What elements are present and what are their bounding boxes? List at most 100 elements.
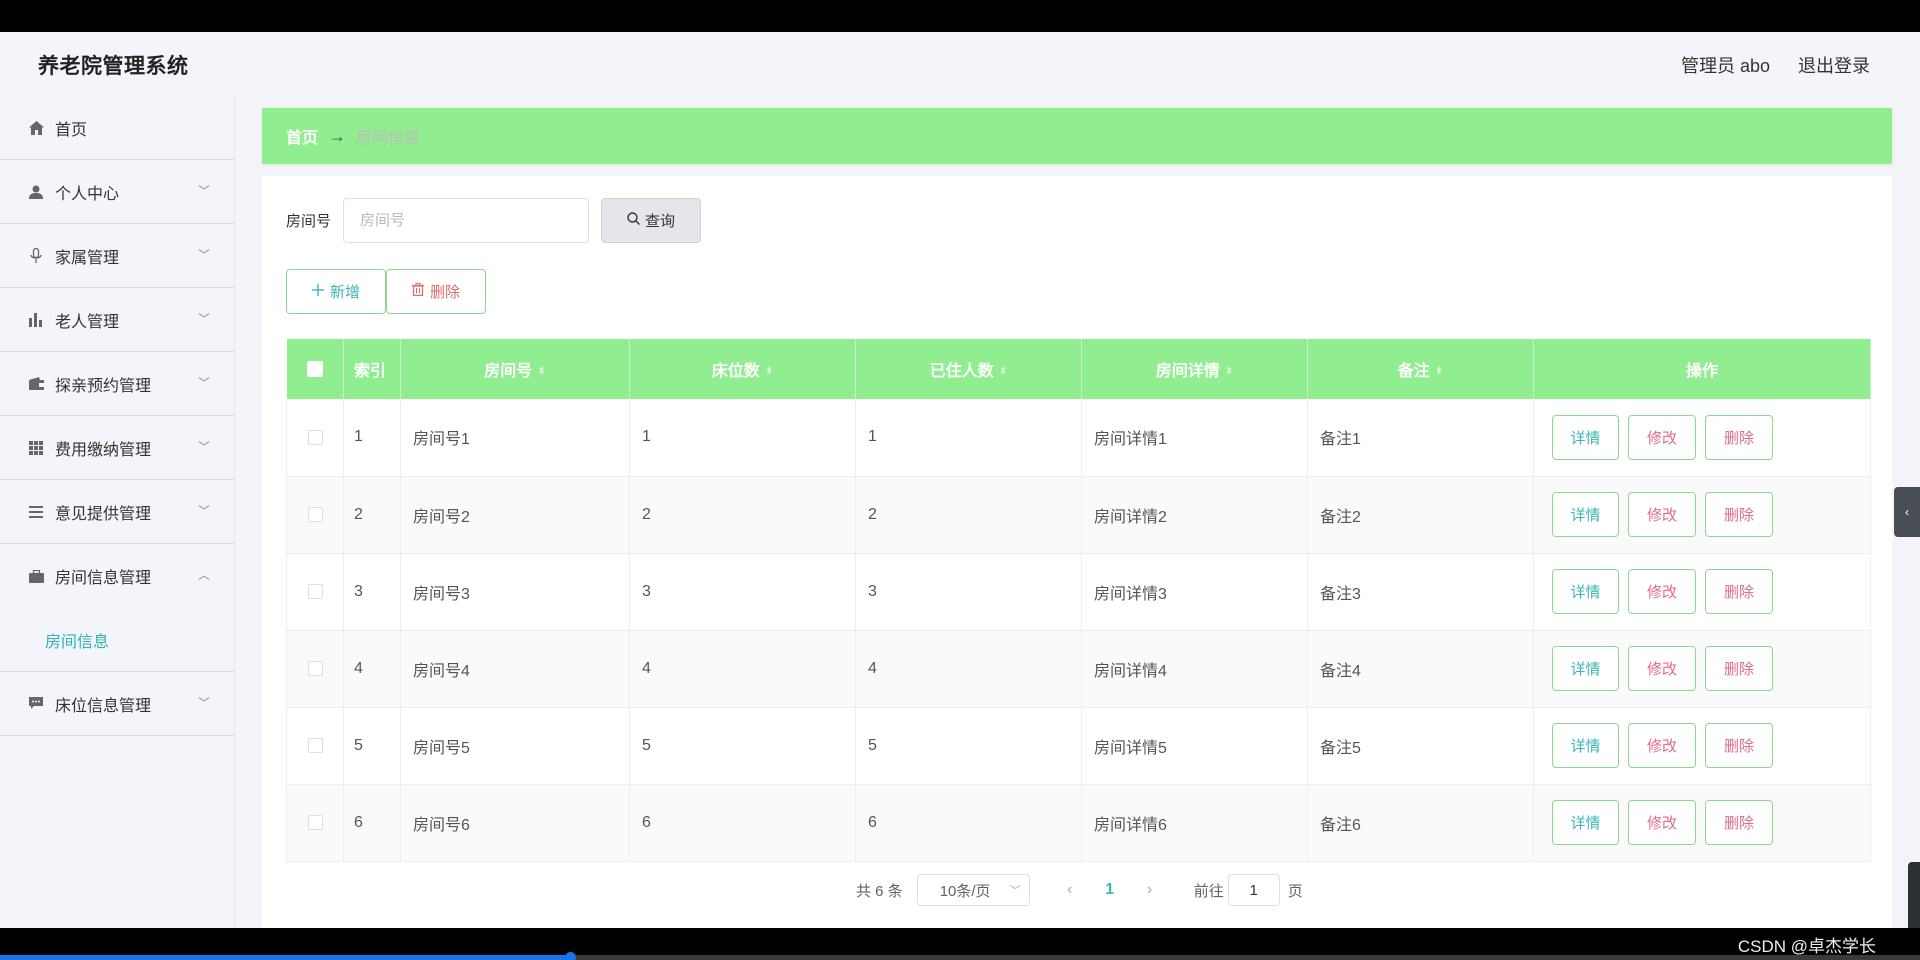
row-checkbox[interactable] (307, 429, 323, 445)
goto-label: 前往 (1193, 882, 1224, 900)
query-button[interactable]: 查询 (601, 198, 702, 243)
pagination-total: 共 6 条 (856, 882, 903, 900)
sort-icon[interactable]: ⬍ (537, 366, 545, 377)
detail-button[interactable]: 详情 (1552, 492, 1619, 537)
breadcrumb-current: 房间信息 (356, 130, 421, 147)
row-checkbox[interactable] (307, 583, 323, 599)
sort-icon[interactable]: ⬍ (999, 366, 1007, 377)
delete-button[interactable]: 删除 (1705, 414, 1773, 460)
column-header-room[interactable]: 房间号 ⬍ (400, 339, 630, 399)
sidebar: 首页 个人中心 ﹀ 家属管理 ﹀ 老人管理 ﹀ 探亲预约管理 ﹀ 费用缴纳管理 … (0, 96, 235, 928)
row-checkbox[interactable] (307, 660, 323, 676)
row-checkbox-cell (286, 476, 344, 554)
sidebar-item-feedback[interactable]: 意见提供管理 ﹀ (0, 480, 234, 544)
sidebar-item-label: 家属管理 (55, 249, 120, 267)
progress-track[interactable] (0, 952, 1920, 960)
column-header-beds[interactable]: 床位数 ⬍ (629, 339, 856, 399)
page-size-select[interactable]: 10条/页 ﹀ (916, 874, 1030, 906)
delete-button[interactable]: 删除 (1705, 646, 1773, 691)
user-icon (28, 184, 44, 200)
prev-page-button[interactable]: ‹ (1052, 881, 1088, 899)
row-checkbox[interactable] (307, 814, 323, 830)
sidebar-subitem-room-info[interactable]: 房间信息 (0, 608, 234, 672)
progress-knob[interactable] (565, 952, 577, 960)
breadcrumb: 首页 → 房间信息 (262, 108, 1892, 164)
next-page-button[interactable]: › (1132, 881, 1168, 899)
cell-occupied: 6 (855, 784, 1082, 862)
main-panel: 房间号 查询 新增 删除 (262, 176, 1892, 928)
cell-note: 备注5 (1307, 707, 1534, 785)
cell-actions: 详情 修改 删除 (1533, 553, 1871, 631)
breadcrumb-home[interactable]: 首页 (286, 124, 318, 148)
player-bar: CSDN @卓杰学长 (0, 928, 1920, 960)
floating-widget[interactable] (1908, 862, 1920, 928)
select-all-checkbox[interactable] (306, 360, 323, 377)
chevron-down-icon: ﹀ (197, 248, 210, 262)
sidebar-item-label: 探亲预约管理 (55, 377, 152, 395)
room-table: 索引 房间号 ⬍ 床位数 ⬍ 已住人数 ⬍ 房间详情 ⬍ 备注 ⬍ 操作 1 房间号1 1 1 房… (286, 339, 1871, 862)
search-label: 房间号 (286, 213, 332, 230)
edit-button[interactable]: 修改 (1628, 800, 1696, 845)
row-checkbox-cell (286, 553, 344, 631)
microphone-icon (28, 247, 44, 264)
detail-button[interactable]: 详情 (1552, 414, 1619, 460)
delete-button[interactable]: 删除 (1705, 723, 1773, 768)
page-number-current[interactable]: 1 (1088, 881, 1132, 899)
column-header-note[interactable]: 备注 ⬍ (1307, 339, 1534, 399)
sort-icon[interactable]: ⬍ (765, 366, 773, 377)
row-checkbox[interactable] (307, 506, 323, 522)
edit-button[interactable]: 修改 (1628, 492, 1696, 537)
delete-button[interactable]: 删除 (1705, 800, 1773, 845)
cell-index: 3 (343, 553, 401, 631)
cell-occupied: 5 (855, 707, 1082, 785)
cell-index: 2 (343, 476, 401, 554)
sidebar-item-label: 老人管理 (55, 313, 120, 331)
sidebar-item-bed-info[interactable]: 床位信息管理 ﹀ (0, 672, 234, 736)
goto-page-input[interactable] (1227, 874, 1280, 906)
logout-link[interactable]: 退出登录 (1798, 52, 1870, 78)
row-checkbox-cell (286, 784, 344, 862)
cell-room: 房间号2 (400, 476, 630, 554)
detail-button[interactable]: 详情 (1552, 569, 1619, 614)
chevron-down-icon: ﹀ (197, 184, 210, 198)
add-button[interactable]: 新增 (286, 269, 386, 314)
sidebar-item-label: 意见提供管理 (55, 505, 152, 523)
sidebar-item-personal-center[interactable]: 个人中心 ﹀ (0, 160, 234, 224)
sidebar-item-elderly[interactable]: 老人管理 ﹀ (0, 288, 234, 352)
cell-occupied: 3 (855, 553, 1082, 631)
plus-icon (311, 283, 324, 300)
sort-icon[interactable]: ⬍ (1435, 366, 1443, 377)
sidebar-item-family[interactable]: 家属管理 ﹀ (0, 224, 234, 288)
detail-button[interactable]: 详情 (1552, 723, 1619, 768)
chevron-down-icon: ﹀ (197, 376, 210, 390)
admin-user-label[interactable]: 管理员 abo (1681, 52, 1770, 78)
detail-button[interactable]: 详情 (1552, 800, 1619, 845)
batch-delete-button[interactable]: 删除 (386, 269, 486, 314)
cell-room: 房间号4 (400, 630, 630, 708)
sidebar-item-fees[interactable]: 费用缴纳管理 ﹀ (0, 416, 234, 480)
briefcase-icon (28, 568, 44, 584)
delete-button[interactable]: 删除 (1705, 492, 1773, 537)
table-header-row: 索引 房间号 ⬍ 床位数 ⬍ 已住人数 ⬍ 房间详情 ⬍ 备注 ⬍ 操作 (286, 339, 1871, 399)
sidebar-item-home[interactable]: 首页 (0, 96, 234, 160)
room-number-search-input[interactable] (343, 198, 590, 243)
collapse-handle[interactable]: ‹ (1894, 487, 1920, 537)
cell-index: 1 (343, 399, 401, 477)
table-row: 6 房间号6 6 6 房间详情6 备注6 详情 修改 删除 (286, 784, 1871, 862)
row-checkbox[interactable] (307, 737, 323, 753)
sidebar-item-room-info[interactable]: 房间信息管理 ︿ (0, 544, 234, 608)
edit-button[interactable]: 修改 (1628, 646, 1696, 691)
cell-beds: 5 (629, 707, 856, 785)
sidebar-item-visit-booking[interactable]: 探亲预约管理 ﹀ (0, 352, 234, 416)
column-header-occupied[interactable]: 已住人数 ⬍ (855, 339, 1082, 399)
edit-button[interactable]: 修改 (1628, 414, 1696, 460)
sidebar-item-label: 费用缴纳管理 (55, 441, 152, 459)
app-title: 养老院管理系统 (38, 55, 189, 78)
sort-icon[interactable]: ⬍ (1225, 366, 1233, 377)
column-header-detail[interactable]: 房间详情 ⬍ (1081, 339, 1308, 399)
edit-button[interactable]: 修改 (1628, 723, 1696, 768)
cell-room: 房间号3 (400, 553, 630, 631)
edit-button[interactable]: 修改 (1628, 569, 1696, 614)
delete-button[interactable]: 删除 (1705, 569, 1773, 614)
detail-button[interactable]: 详情 (1552, 646, 1619, 691)
